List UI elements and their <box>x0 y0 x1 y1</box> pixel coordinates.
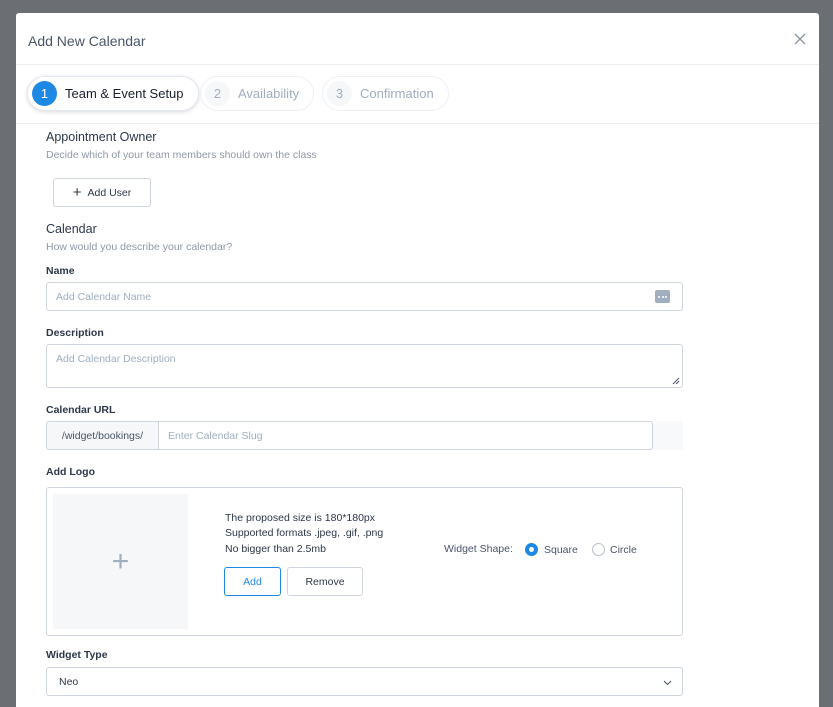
modal-header: Add New Calendar <box>16 13 819 65</box>
logo-size-note: The proposed size is 180*180px <box>225 512 376 524</box>
calendar-description-textarea[interactable]: Add Calendar Description <box>46 344 683 388</box>
logo-limit-note: No bigger than 2.5mb <box>225 543 326 555</box>
shape-square-radio[interactable] <box>525 543 538 556</box>
step-availability[interactable]: 2 Availability <box>200 76 315 111</box>
owner-section-title: Appointment Owner <box>46 130 157 144</box>
step-confirmation[interactable]: 3 Confirmation <box>322 76 449 111</box>
url-prefix: /widget/bookings/ <box>46 421 159 450</box>
step-number: 1 <box>32 81 57 106</box>
add-logo-button[interactable]: Add <box>224 567 281 596</box>
plus-icon: + <box>111 544 130 578</box>
widget-type-select[interactable]: Neo <box>46 667 683 696</box>
more-dots-icon[interactable] <box>655 290 670 303</box>
widget-shape-label: Widget Shape: <box>444 543 513 555</box>
plus-icon: + <box>72 184 82 201</box>
modal-title: Add New Calendar <box>28 33 146 49</box>
step-label: Team & Event Setup <box>65 86 184 101</box>
close-icon[interactable] <box>791 30 809 48</box>
description-label: Description <box>46 327 104 339</box>
widget-type-label: Widget Type <box>46 649 108 661</box>
url-suffix-area <box>653 421 683 450</box>
add-logo-label: Add Logo <box>46 466 95 478</box>
add-user-label: Add User <box>87 186 132 199</box>
shape-square-label[interactable]: Square <box>544 544 578 556</box>
calendar-name-input[interactable]: Add Calendar Name <box>46 282 683 311</box>
step-team-event-setup[interactable]: 1 Team & Event Setup <box>27 76 199 111</box>
stepper: 1 Team & Event Setup 2 Availability 3 Co… <box>16 65 819 124</box>
add-calendar-modal: Add New Calendar 1 Team & Event Setup 2 … <box>16 13 819 707</box>
step-number: 2 <box>205 81 230 106</box>
calendar-slug-input[interactable]: Enter Calendar Slug <box>158 421 653 450</box>
calendar-section-title: Calendar <box>46 222 97 236</box>
description-placeholder: Add Calendar Description <box>56 353 176 365</box>
chevron-down-icon <box>663 680 672 686</box>
step-label: Confirmation <box>360 86 434 101</box>
slug-placeholder: Enter Calendar Slug <box>168 429 263 442</box>
add-user-button[interactable]: + Add User <box>53 178 151 207</box>
name-label: Name <box>46 265 75 277</box>
widget-type-value: Neo <box>59 675 79 688</box>
owner-section-subtitle: Decide which of your team members should… <box>46 149 317 161</box>
name-placeholder: Add Calendar Name <box>56 290 152 303</box>
remove-logo-button[interactable]: Remove <box>287 567 363 596</box>
resize-grip-icon[interactable] <box>672 377 680 385</box>
calendar-section-subtitle: How would you describe your calendar? <box>46 241 233 253</box>
logo-dropzone[interactable]: + <box>53 494 188 629</box>
step-number: 3 <box>327 81 352 106</box>
logo-formats-note: Supported formats .jpeg, .gif, .png <box>225 527 384 539</box>
shape-circle-radio[interactable] <box>592 543 605 556</box>
logo-upload-box: + The proposed size is 180*180px Support… <box>46 487 683 636</box>
calendar-url-label: Calendar URL <box>46 404 116 416</box>
step-label: Availability <box>238 86 300 101</box>
shape-circle-label[interactable]: Circle <box>610 544 637 556</box>
